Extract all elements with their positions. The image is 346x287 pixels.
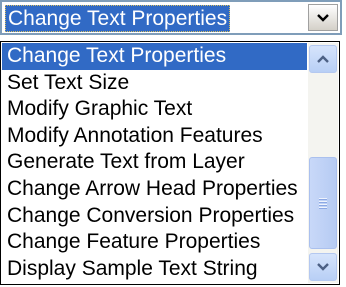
- list-item[interactable]: Change Text Properties: [2, 43, 307, 70]
- chevron-down-icon: [317, 13, 329, 22]
- combo-dropdown-widget: Change Text Properties Change Text Prope…: [0, 0, 346, 287]
- text-properties-combobox[interactable]: Change Text Properties: [0, 0, 342, 35]
- chevron-down-icon: [317, 263, 329, 271]
- grip-icon: [319, 198, 327, 208]
- scroll-up-button[interactable]: [309, 45, 337, 73]
- list-item[interactable]: Change Feature Properties: [2, 229, 307, 256]
- list-item[interactable]: Generate Text from Layer: [2, 149, 307, 176]
- list-item[interactable]: Change Conversion Properties: [2, 203, 307, 230]
- list-item[interactable]: Display Sample Text String: [2, 256, 307, 283]
- dropdown-list: Change Text Properties Set Text Size Mod…: [0, 41, 340, 285]
- vertical-scrollbar[interactable]: [308, 43, 338, 283]
- list-item[interactable]: Modify Graphic Text: [2, 96, 307, 123]
- chevron-up-icon: [317, 55, 329, 63]
- list-item[interactable]: Modify Annotation Features: [2, 123, 307, 150]
- scroll-thumb[interactable]: [309, 157, 337, 249]
- dropdown-button[interactable]: [308, 4, 338, 31]
- list-item[interactable]: Change Arrow Head Properties: [2, 176, 307, 203]
- options-list: Change Text Properties Set Text Size Mod…: [2, 43, 307, 282]
- list-item[interactable]: Set Text Size: [2, 70, 307, 97]
- scroll-down-button[interactable]: [309, 253, 337, 281]
- combobox-selected-value[interactable]: Change Text Properties: [5, 5, 231, 32]
